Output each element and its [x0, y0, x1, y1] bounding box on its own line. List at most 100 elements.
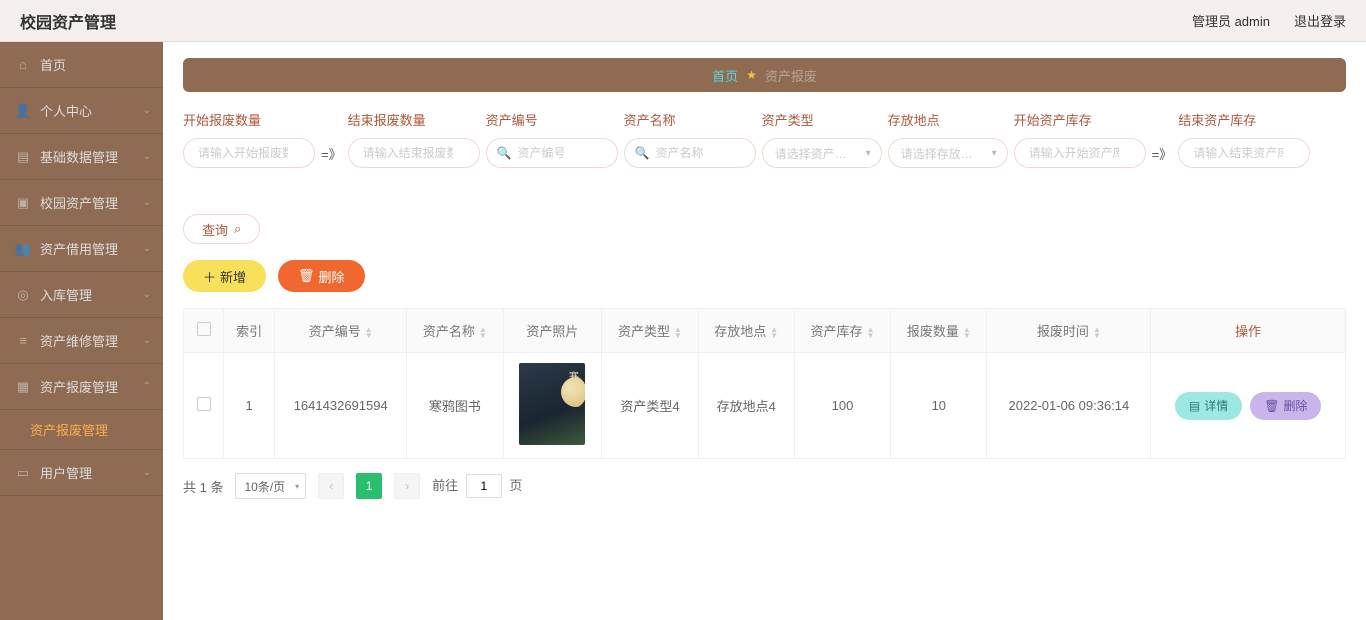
filter-label-startqty: 开始报废数量: [183, 110, 315, 128]
range-arrow: =》: [1152, 144, 1173, 163]
prev-page-button[interactable]: ‹: [318, 473, 344, 499]
col-location[interactable]: 存放地点▲▼: [698, 309, 794, 353]
page-title: 校园资产管理: [20, 9, 116, 33]
cell-scraptime: 2022-01-06 09:36:14: [987, 353, 1151, 459]
sidebar-item-borrow[interactable]: 👥 资产借用管理 ⌄: [0, 226, 163, 272]
search-icon: 🔍: [635, 146, 650, 160]
col-stock[interactable]: 资产库存▲▼: [794, 309, 890, 353]
data-table: 索引 资产编号▲▼ 资产名称▲▼ 资产照片 资产类型▲▼ 存放地点▲▼ 资产库存…: [183, 308, 1346, 459]
sort-icon: ▲▼: [479, 327, 487, 339]
sort-icon: ▲▼: [674, 327, 682, 339]
start-qty-input[interactable]: [183, 138, 315, 168]
end-stock-input[interactable]: [1178, 138, 1310, 168]
goto-page: 前往 页: [432, 474, 522, 498]
sidebar-item-repair[interactable]: ≡ 资产维修管理 ⌄: [0, 318, 163, 364]
asset-no-input[interactable]: 🔍: [486, 138, 618, 168]
row-detail-button[interactable]: ▤详情: [1175, 392, 1242, 420]
table-row: 1 1641432691594 寒鸦图书 寒鸦 资产类型4 存放地点4 100 …: [184, 353, 1346, 459]
sort-icon: ▲▼: [867, 327, 875, 339]
filter-label-assettype: 资产类型: [762, 110, 882, 128]
row-checkbox[interactable]: [197, 397, 211, 411]
topbar: 校园资产管理 管理员 admin 退出登录: [0, 0, 1366, 42]
location-icon: ◎: [16, 288, 30, 302]
sort-icon: ▲▼: [365, 327, 373, 339]
detail-icon: ▤: [1189, 399, 1200, 413]
end-qty-input[interactable]: [348, 138, 480, 168]
logout-link[interactable]: 退出登录: [1294, 11, 1346, 30]
delete-button-bulk[interactable]: 🗑删除: [278, 260, 365, 292]
cell-location: 存放地点4: [698, 353, 794, 459]
plus-icon: ＋: [203, 267, 216, 286]
chevron-down-icon: ▾: [866, 148, 871, 159]
page-size-select[interactable]: 10条/页▾: [235, 473, 306, 499]
sidebar-item-profile[interactable]: 👤 个人中心 ⌄: [0, 88, 163, 134]
col-scrapqty[interactable]: 报废数量▲▼: [891, 309, 987, 353]
breadcrumb-home[interactable]: 首页: [712, 66, 738, 85]
goto-page-input[interactable]: [466, 474, 502, 498]
query-button[interactable]: 查询⌕: [183, 214, 260, 244]
col-assetname[interactable]: 资产名称▲▼: [407, 309, 503, 353]
col-assetno[interactable]: 资产编号▲▼: [275, 309, 407, 353]
sidebar-sub-label: 资产报废管理: [30, 420, 108, 439]
repair-icon: ≡: [16, 334, 30, 348]
chevron-down-icon: ▾: [992, 148, 997, 159]
admin-label[interactable]: 管理员 admin: [1192, 11, 1270, 30]
select-all-checkbox[interactable]: [197, 322, 211, 336]
next-page-button[interactable]: ›: [394, 473, 420, 499]
location-select[interactable]: 请选择存放地点▾: [888, 138, 1008, 168]
col-scraptime[interactable]: 报废时间▲▼: [987, 309, 1151, 353]
total-label: 共 1 条: [183, 477, 223, 496]
filter-bar: 开始报废数量 =》 结束报废数量 资产编号 🔍 资产名称 🔍 资产类型 请选择资…: [183, 110, 1346, 244]
star-icon: ★: [746, 68, 757, 82]
sidebar-item-label: 校园资产管理: [40, 193, 118, 212]
cell-assetname: 寒鸦图书: [407, 353, 503, 459]
asset-type-select[interactable]: 请选择资产类型▾: [762, 138, 882, 168]
breadcrumb: 首页 ★ 资产报废: [183, 58, 1346, 92]
sidebar-item-home[interactable]: ⌂ 首页: [0, 42, 163, 88]
table-header-row: 索引 资产编号▲▼ 资产名称▲▼ 资产照片 资产类型▲▼ 存放地点▲▼ 资产库存…: [184, 309, 1346, 353]
col-operation: 操作: [1151, 309, 1346, 353]
cell-photo: 寒鸦: [503, 353, 602, 459]
chevron-down-icon: ⌄: [143, 197, 151, 208]
add-button[interactable]: ＋新增: [183, 260, 266, 292]
col-index[interactable]: 索引: [224, 309, 275, 353]
asset-name-input[interactable]: 🔍: [624, 138, 756, 168]
sidebar-item-label: 首页: [40, 55, 66, 74]
cell-scrapqty: 10: [891, 353, 987, 459]
chevron-down-icon: ⌄: [143, 105, 151, 116]
sidebar-item-label: 用户管理: [40, 463, 92, 482]
sidebar-item-storage[interactable]: ◎ 入库管理 ⌄: [0, 272, 163, 318]
home-icon: ⌂: [16, 58, 30, 72]
sort-icon: ▲▼: [963, 327, 971, 339]
sidebar-item-users[interactable]: ▭ 用户管理 ⌄: [0, 450, 163, 496]
cell-stock: 100: [794, 353, 890, 459]
sidebar-sub-scrap-manage[interactable]: 资产报废管理: [0, 410, 163, 450]
filter-label-assetno: 资产编号: [486, 110, 618, 128]
sidebar-item-scrap[interactable]: ▦ 资产报废管理 ⌃: [0, 364, 163, 410]
action-bar: ＋新增 🗑删除: [183, 260, 1346, 292]
sidebar-item-label: 资产报废管理: [40, 377, 118, 396]
scrap-icon: ▦: [16, 380, 30, 394]
col-assettype[interactable]: 资产类型▲▼: [602, 309, 698, 353]
row-delete-button[interactable]: 🗑删除: [1250, 392, 1321, 420]
start-stock-input[interactable]: [1014, 138, 1146, 168]
database-icon: ▤: [16, 150, 30, 164]
filter-label-endqty: 结束报废数量: [348, 110, 480, 128]
range-arrow: =》: [321, 144, 342, 163]
trash-icon: 🗑: [1264, 399, 1279, 413]
breadcrumb-current: 资产报废: [765, 66, 817, 85]
cell-index: 1: [224, 353, 275, 459]
page-1-button[interactable]: 1: [356, 473, 382, 499]
sidebar-item-label: 入库管理: [40, 285, 92, 304]
borrow-icon: 👥: [16, 242, 30, 256]
filter-label-endstock: 结束资产库存: [1178, 110, 1310, 128]
asset-thumbnail[interactable]: 寒鸦: [519, 363, 585, 445]
users-icon: ▭: [16, 466, 30, 480]
sidebar-item-asset[interactable]: ▣ 校园资产管理 ⌄: [0, 180, 163, 226]
chevron-down-icon: ▾: [295, 482, 299, 491]
chevron-down-icon: ⌄: [143, 243, 151, 254]
user-icon: 👤: [16, 104, 30, 118]
chevron-down-icon: ⌄: [143, 467, 151, 478]
sort-icon: ▲▼: [1093, 327, 1101, 339]
sidebar-item-basedata[interactable]: ▤ 基础数据管理 ⌄: [0, 134, 163, 180]
